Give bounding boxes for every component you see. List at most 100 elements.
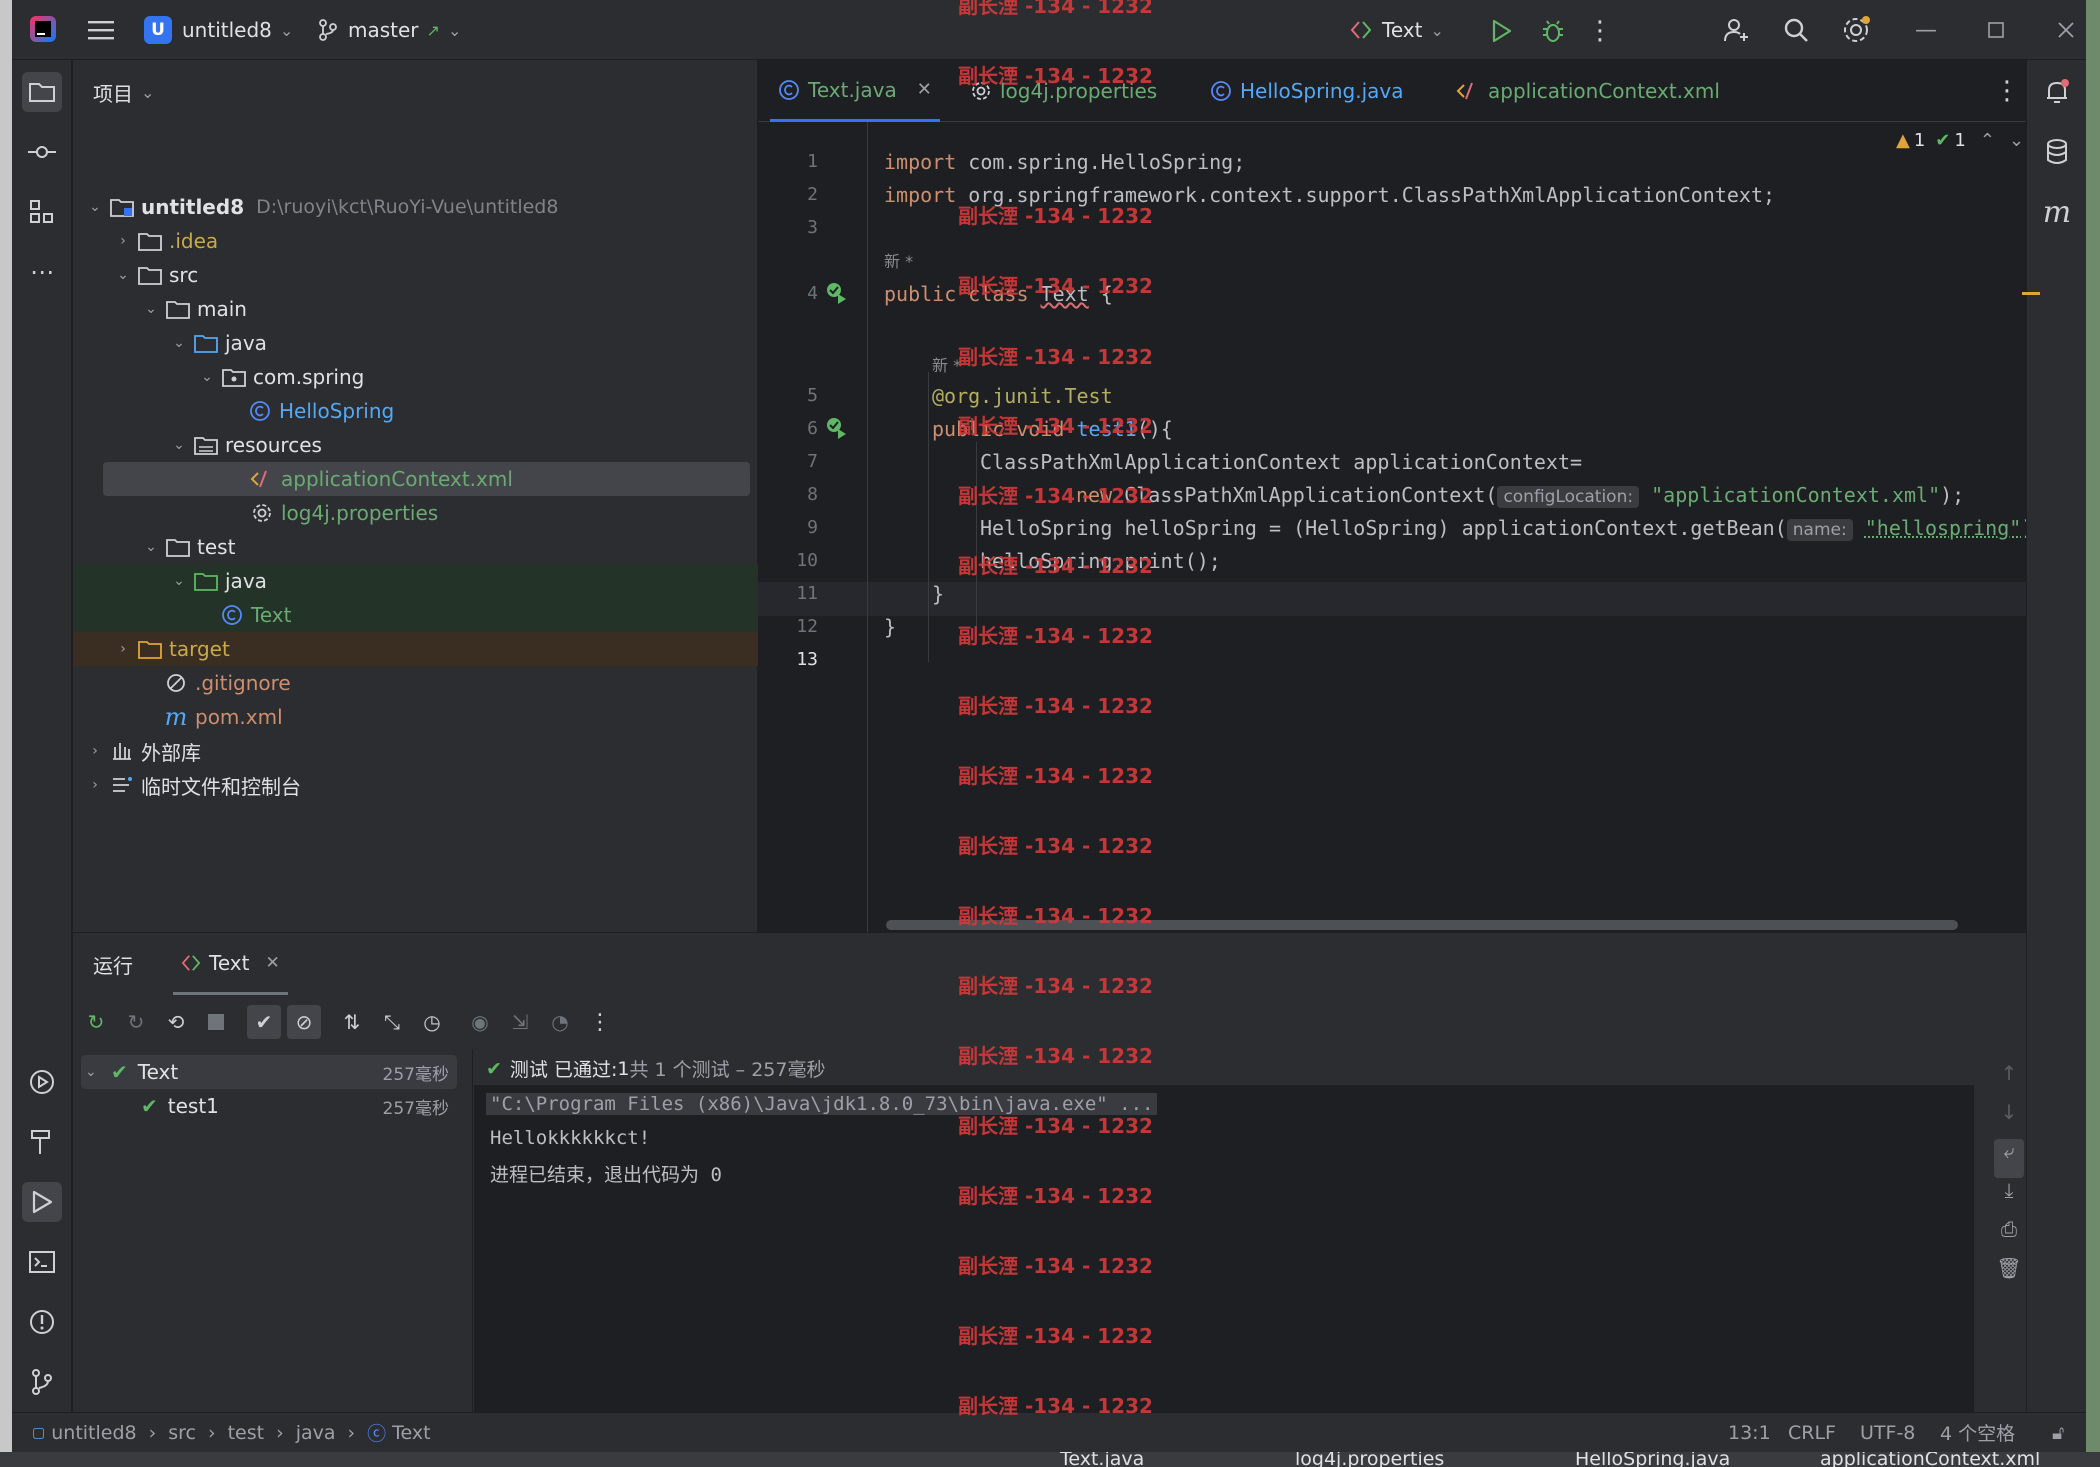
print-icon[interactable]: ⎙	[2001, 1217, 2017, 1256]
soft-wrap-icon[interactable]: ⤶	[1994, 1139, 2024, 1178]
structure-tool-icon[interactable]	[22, 192, 62, 232]
trash-icon[interactable]: 🗑	[1996, 1256, 2021, 1295]
branch-switcher[interactable]: master ↗ ⌄	[318, 14, 461, 46]
arrow-down-icon[interactable]: ↓	[2001, 1100, 2018, 1139]
code-with-me-icon[interactable]	[1720, 14, 1752, 46]
close-tab-icon[interactable]: ✕	[917, 79, 932, 100]
junit-icon	[181, 954, 201, 971]
breadcrumb-item[interactable]: src	[168, 1422, 196, 1444]
tree-item-appcontext[interactable]: applicationContext.xml	[103, 462, 750, 496]
tree-item-target[interactable]: › target	[73, 632, 758, 666]
project-panel: 项目 ⌄ ⌄ untitled8 D:\ruoyi\kct\RuoYi-Vue\…	[73, 60, 758, 932]
tab-text-java[interactable]: Text.java ✕	[770, 60, 940, 122]
tree-item-label: HelloSpring	[279, 399, 395, 423]
maximize-icon[interactable]	[1980, 14, 2012, 46]
lock-icon[interactable]: 🔓︎	[2052, 1422, 2064, 1444]
tree-item-scratches[interactable]: › 临时文件和控制台	[73, 768, 758, 802]
tree-item-main[interactable]: ⌄ main	[73, 292, 758, 326]
tree-item-test[interactable]: ⌄ test	[73, 530, 758, 564]
rerun-icon[interactable]: ↻	[79, 1005, 113, 1039]
indent-setting[interactable]: 4 个空格	[1940, 1419, 2015, 1446]
debug-icon[interactable]	[1538, 16, 1568, 46]
search-icon[interactable]	[1780, 14, 1812, 46]
maven-tool-icon[interactable]: m	[2037, 192, 2077, 232]
rerun-failed-icon[interactable]: ↻	[119, 1005, 153, 1039]
tabs-more-icon[interactable]: ⋮	[1994, 60, 2020, 122]
tree-item-gitignore[interactable]: .gitignore	[73, 666, 758, 700]
git-tool-icon[interactable]	[22, 1362, 62, 1402]
test-row-test1[interactable]: ✔ test1 257毫秒	[81, 1089, 457, 1123]
tree-item-label: .idea	[169, 229, 219, 253]
tree-item-main-java[interactable]: ⌄ java	[73, 326, 758, 360]
tree-item-label: test	[197, 535, 236, 559]
terminal-tool-icon[interactable]	[22, 1242, 62, 1282]
close-window-icon[interactable]	[2050, 14, 2082, 46]
project-panel-header[interactable]: 项目 ⌄	[93, 78, 154, 107]
tree-item-test-java[interactable]: ⌄ java	[73, 564, 758, 598]
tab-hellospring[interactable]: HelloSpring.java	[1210, 60, 1404, 122]
project-switcher[interactable]: U untitled8 ⌄	[144, 14, 293, 46]
commit-tool-icon[interactable]	[22, 132, 62, 172]
breadcrumb-item[interactable]: test	[228, 1422, 265, 1444]
tree-item-src[interactable]: ⌄ src	[73, 258, 758, 292]
tree-item-package[interactable]: ⌄ com.spring	[73, 360, 758, 394]
close-tab-icon[interactable]: ✕	[265, 953, 279, 973]
tree-item-text-class[interactable]: Text	[73, 598, 758, 632]
project-tool-icon[interactable]	[22, 72, 62, 112]
history-icon[interactable]: ◷	[415, 1005, 449, 1039]
main-menu-icon[interactable]	[86, 16, 116, 44]
caret-position[interactable]: 13:1	[1728, 1422, 1771, 1444]
tree-item-resources[interactable]: ⌄ resources	[73, 428, 758, 462]
build-tool-icon[interactable]	[22, 1122, 62, 1162]
coverage-icon[interactable]: ◔	[543, 1005, 577, 1039]
sort-icon[interactable]: ⇅	[335, 1005, 369, 1039]
tree-item-log4j[interactable]: log4j.properties	[73, 496, 758, 530]
run-icon[interactable]	[1486, 16, 1516, 46]
snapshot-icon[interactable]: ◉	[463, 1005, 497, 1039]
collapse-icon[interactable]: ⤡	[375, 1005, 409, 1039]
passed-check-icon: ✔	[111, 1060, 128, 1084]
breadcrumb-item[interactable]: java	[296, 1422, 336, 1444]
stop-icon[interactable]	[199, 1005, 233, 1039]
more-tools-icon[interactable]: ⋯	[22, 252, 62, 292]
minimize-icon[interactable]: —	[1910, 14, 1942, 46]
arrow-up-icon[interactable]: ↑	[2001, 1061, 2018, 1100]
more-actions-icon[interactable]: ⋮	[1587, 16, 1613, 46]
tree-item-label: log4j.properties	[281, 501, 439, 525]
show-ignored-icon[interactable]: ⊘	[287, 1005, 321, 1039]
run-tool-icon[interactable]	[22, 1182, 62, 1222]
tree-item-idea[interactable]: › .idea	[73, 224, 758, 258]
run-config-selector[interactable]: Text ⌄	[1350, 14, 1444, 46]
toggle-auto-test-icon[interactable]: ⟲	[159, 1005, 193, 1039]
tree-item-external-libs[interactable]: › 外部库	[73, 734, 758, 768]
console-output[interactable]: "C:\Program Files (x86)\Java\jdk1.8.0_73…	[474, 1085, 1974, 1415]
tree-item-pom[interactable]: m pom.xml	[73, 700, 758, 734]
run-tab-text[interactable]: Text ✕	[173, 933, 288, 995]
file-encoding[interactable]: UTF-8	[1860, 1422, 1915, 1444]
code-vision-new[interactable]: 新 *	[884, 248, 913, 272]
tree-item-root[interactable]: ⌄ untitled8 D:\ruoyi\kct\RuoYi-Vue\untit…	[73, 190, 758, 224]
line-number: 6	[807, 418, 818, 439]
more-actions-icon[interactable]: ⋮	[583, 1005, 617, 1039]
problems-tool-icon[interactable]	[22, 1302, 62, 1342]
code-vision-new[interactable]: 新 *	[932, 352, 961, 376]
breadcrumb-item[interactable]: untitled8	[51, 1422, 136, 1444]
breadcrumb-item[interactable]: Text	[392, 1422, 430, 1444]
settings-gear-icon[interactable]	[1840, 14, 1872, 46]
test-row-text[interactable]: ⌄ ✔ Text 257毫秒	[81, 1055, 457, 1089]
watermark: 副长湮 -134 - 1232	[958, 345, 1153, 369]
database-tool-icon[interactable]	[2037, 132, 2077, 172]
run-test-gutter-icon[interactable]	[824, 415, 848, 444]
code-area[interactable]: import com.spring.HelloSpring; import or…	[884, 122, 2026, 922]
services-tool-icon[interactable]	[22, 1062, 62, 1102]
scroll-to-end-icon[interactable]: ⤓	[2005, 1178, 2014, 1217]
tab-label: HelloSpring.java	[1240, 79, 1404, 103]
import-icon[interactable]: ⇲	[503, 1005, 537, 1039]
tree-item-hellospring[interactable]: HelloSpring	[73, 394, 758, 428]
test-name: test1	[167, 1094, 219, 1118]
show-passed-icon[interactable]: ✔	[247, 1005, 281, 1039]
notifications-bell-icon[interactable]	[2037, 72, 2077, 112]
line-separator[interactable]: CRLF	[1788, 1422, 1836, 1444]
run-test-gutter-icon[interactable]	[824, 280, 848, 309]
tab-appcontext[interactable]: applicationContext.xml	[1456, 60, 1720, 122]
